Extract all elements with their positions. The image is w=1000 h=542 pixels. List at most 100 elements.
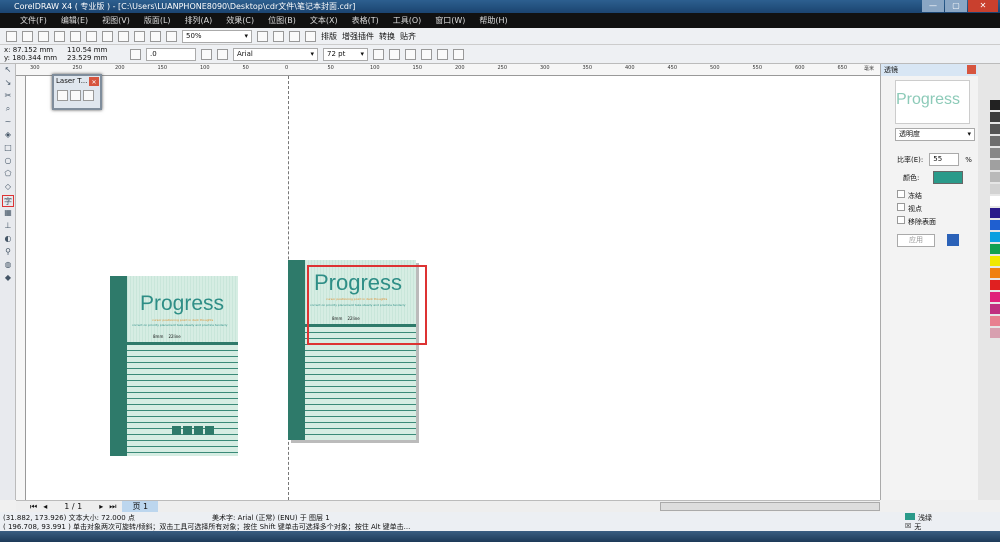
palette-swatch[interactable] [990, 292, 1000, 302]
save-icon[interactable] [38, 30, 49, 42]
laser-tool-3-icon[interactable] [83, 90, 94, 101]
pick-tool-icon[interactable]: ↖ [2, 65, 14, 77]
menu-item[interactable]: 排列(A) [185, 15, 213, 26]
next-page-icon[interactable]: ▸ [99, 502, 103, 511]
fill-tool-icon[interactable]: ◆ [2, 273, 14, 285]
rotation-field[interactable]: .0 [146, 47, 196, 61]
zoom-fit-icon[interactable] [289, 30, 300, 42]
palette-swatch[interactable] [990, 136, 1000, 146]
lock-ratio-icon[interactable] [130, 48, 141, 60]
palette-swatch[interactable] [990, 124, 1000, 134]
menu-item[interactable]: 帮助(H) [479, 15, 507, 26]
palette-swatch[interactable] [990, 304, 1000, 314]
lens-checkbox[interactable]: 视点 [897, 203, 978, 216]
palette-swatch[interactable] [990, 160, 1000, 170]
zoom-select[interactable]: 50% ▾ [182, 29, 252, 43]
paste-icon[interactable] [102, 30, 113, 42]
redo-icon[interactable] [134, 30, 145, 42]
minimize-button[interactable]: — [922, 0, 944, 12]
lock-icon[interactable] [947, 234, 959, 246]
palette-swatch[interactable] [990, 196, 1000, 206]
menu-item[interactable]: 文本(X) [310, 15, 338, 26]
plugin-snap[interactable]: 贴齐 [400, 31, 416, 42]
polygon-tool-icon[interactable]: ⬠ [2, 169, 14, 181]
blend-tool-icon[interactable]: ◐ [2, 234, 14, 246]
height-field[interactable]: 23.529 mm [67, 54, 125, 62]
menu-item[interactable]: 表格(T) [352, 15, 379, 26]
first-page-icon[interactable]: ⏮ [30, 502, 37, 512]
palette-swatch[interactable] [990, 184, 1000, 194]
palette-swatch[interactable] [990, 268, 1000, 278]
edit-text-icon[interactable] [453, 48, 464, 60]
palette-swatch[interactable] [990, 328, 1000, 338]
close-icon[interactable] [967, 65, 976, 74]
horizontal-scrollbar[interactable] [660, 502, 880, 511]
align-icon[interactable] [421, 48, 432, 60]
last-page-icon[interactable]: ⏭ [109, 502, 116, 512]
palette-swatch[interactable] [990, 208, 1000, 218]
zoom-page-icon[interactable] [305, 30, 316, 42]
apply-button[interactable]: 应用 [897, 234, 935, 247]
basic-shapes-icon[interactable]: ◇ [2, 182, 14, 194]
plugin-typeset[interactable]: 排版 [321, 31, 337, 42]
lens-checkbox[interactable]: 冻结 [897, 190, 978, 203]
palette-swatch[interactable] [990, 172, 1000, 182]
notebook-cover-left[interactable]: Progress cursor positioning point in dar… [110, 276, 238, 456]
lens-type-select[interactable]: 透明度 ▾ [895, 128, 975, 141]
vertical-ruler[interactable] [16, 76, 26, 500]
plugin-enhance[interactable]: 增强插件 [342, 31, 374, 42]
smart-fill-icon[interactable]: ◈ [2, 130, 14, 142]
export-icon[interactable] [166, 30, 177, 42]
new-icon[interactable] [6, 30, 17, 42]
rate-input[interactable]: 55 [929, 153, 960, 166]
menu-item[interactable]: 效果(C) [226, 15, 254, 26]
outline-tool-icon[interactable]: ◍ [2, 260, 14, 272]
menu-item[interactable]: 编辑(E) [61, 15, 88, 26]
font-size-select[interactable]: 72 pt ▾ [323, 47, 368, 61]
table-tool-icon[interactable]: ▦ [2, 208, 14, 220]
maximize-button[interactable]: ▢ [945, 0, 967, 12]
eyedropper-icon[interactable]: ⚲ [2, 247, 14, 259]
font-select[interactable]: Arial ▾ [233, 47, 318, 61]
palette-swatch[interactable] [990, 112, 1000, 122]
mirror-h-icon[interactable] [201, 48, 212, 60]
menu-item[interactable]: 窗口(W) [435, 15, 465, 26]
x-position[interactable]: x: 87.152 mm [4, 46, 62, 54]
text-tool-icon[interactable]: 字 [2, 195, 14, 207]
width-field[interactable]: 110.54 mm [67, 46, 125, 54]
plugin-convert[interactable]: 转换 [379, 31, 395, 42]
color-picker[interactable] [933, 171, 964, 184]
rectangle-tool-icon[interactable]: □ [2, 143, 14, 155]
close-icon[interactable]: ✕ [89, 77, 99, 86]
menu-item[interactable]: 工具(O) [393, 15, 422, 26]
zoom-in-icon[interactable] [257, 30, 268, 42]
ellipse-tool-icon[interactable]: ○ [2, 156, 14, 168]
palette-swatch[interactable] [990, 316, 1000, 326]
menu-item[interactable]: 版面(L) [144, 15, 171, 26]
freehand-tool-icon[interactable]: ~ [2, 117, 14, 129]
open-icon[interactable] [22, 30, 33, 42]
palette-swatch[interactable] [990, 148, 1000, 158]
menu-item[interactable]: 视图(V) [102, 15, 130, 26]
palette-swatch[interactable] [990, 280, 1000, 290]
shape-tool-icon[interactable]: ↘ [2, 78, 14, 90]
bold-icon[interactable] [373, 48, 384, 60]
menu-item[interactable]: 位图(B) [268, 15, 296, 26]
zoom-tool-icon[interactable]: ⌕ [2, 104, 14, 116]
palette-swatch[interactable] [990, 220, 1000, 230]
dimension-tool-icon[interactable]: ⊥ [2, 221, 14, 233]
zoom-out-icon[interactable] [273, 30, 284, 42]
mirror-v-icon[interactable] [217, 48, 228, 60]
undo-icon[interactable] [118, 30, 129, 42]
italic-icon[interactable] [389, 48, 400, 60]
palette-swatch[interactable] [990, 256, 1000, 266]
palette-swatch[interactable] [990, 244, 1000, 254]
import-icon[interactable] [150, 30, 161, 42]
horizontal-ruler[interactable]: 300 250 200 150 100 50 0 50 100 150 200 250 300 350 40… [16, 64, 880, 76]
cut-icon[interactable] [70, 30, 81, 42]
menu-item[interactable]: 文件(F) [20, 15, 47, 26]
y-position[interactable]: y: 180.344 mm [4, 54, 62, 62]
text-format-icon[interactable] [437, 48, 448, 60]
copy-icon[interactable] [86, 30, 97, 42]
crop-tool-icon[interactable]: ✂ [2, 91, 14, 103]
